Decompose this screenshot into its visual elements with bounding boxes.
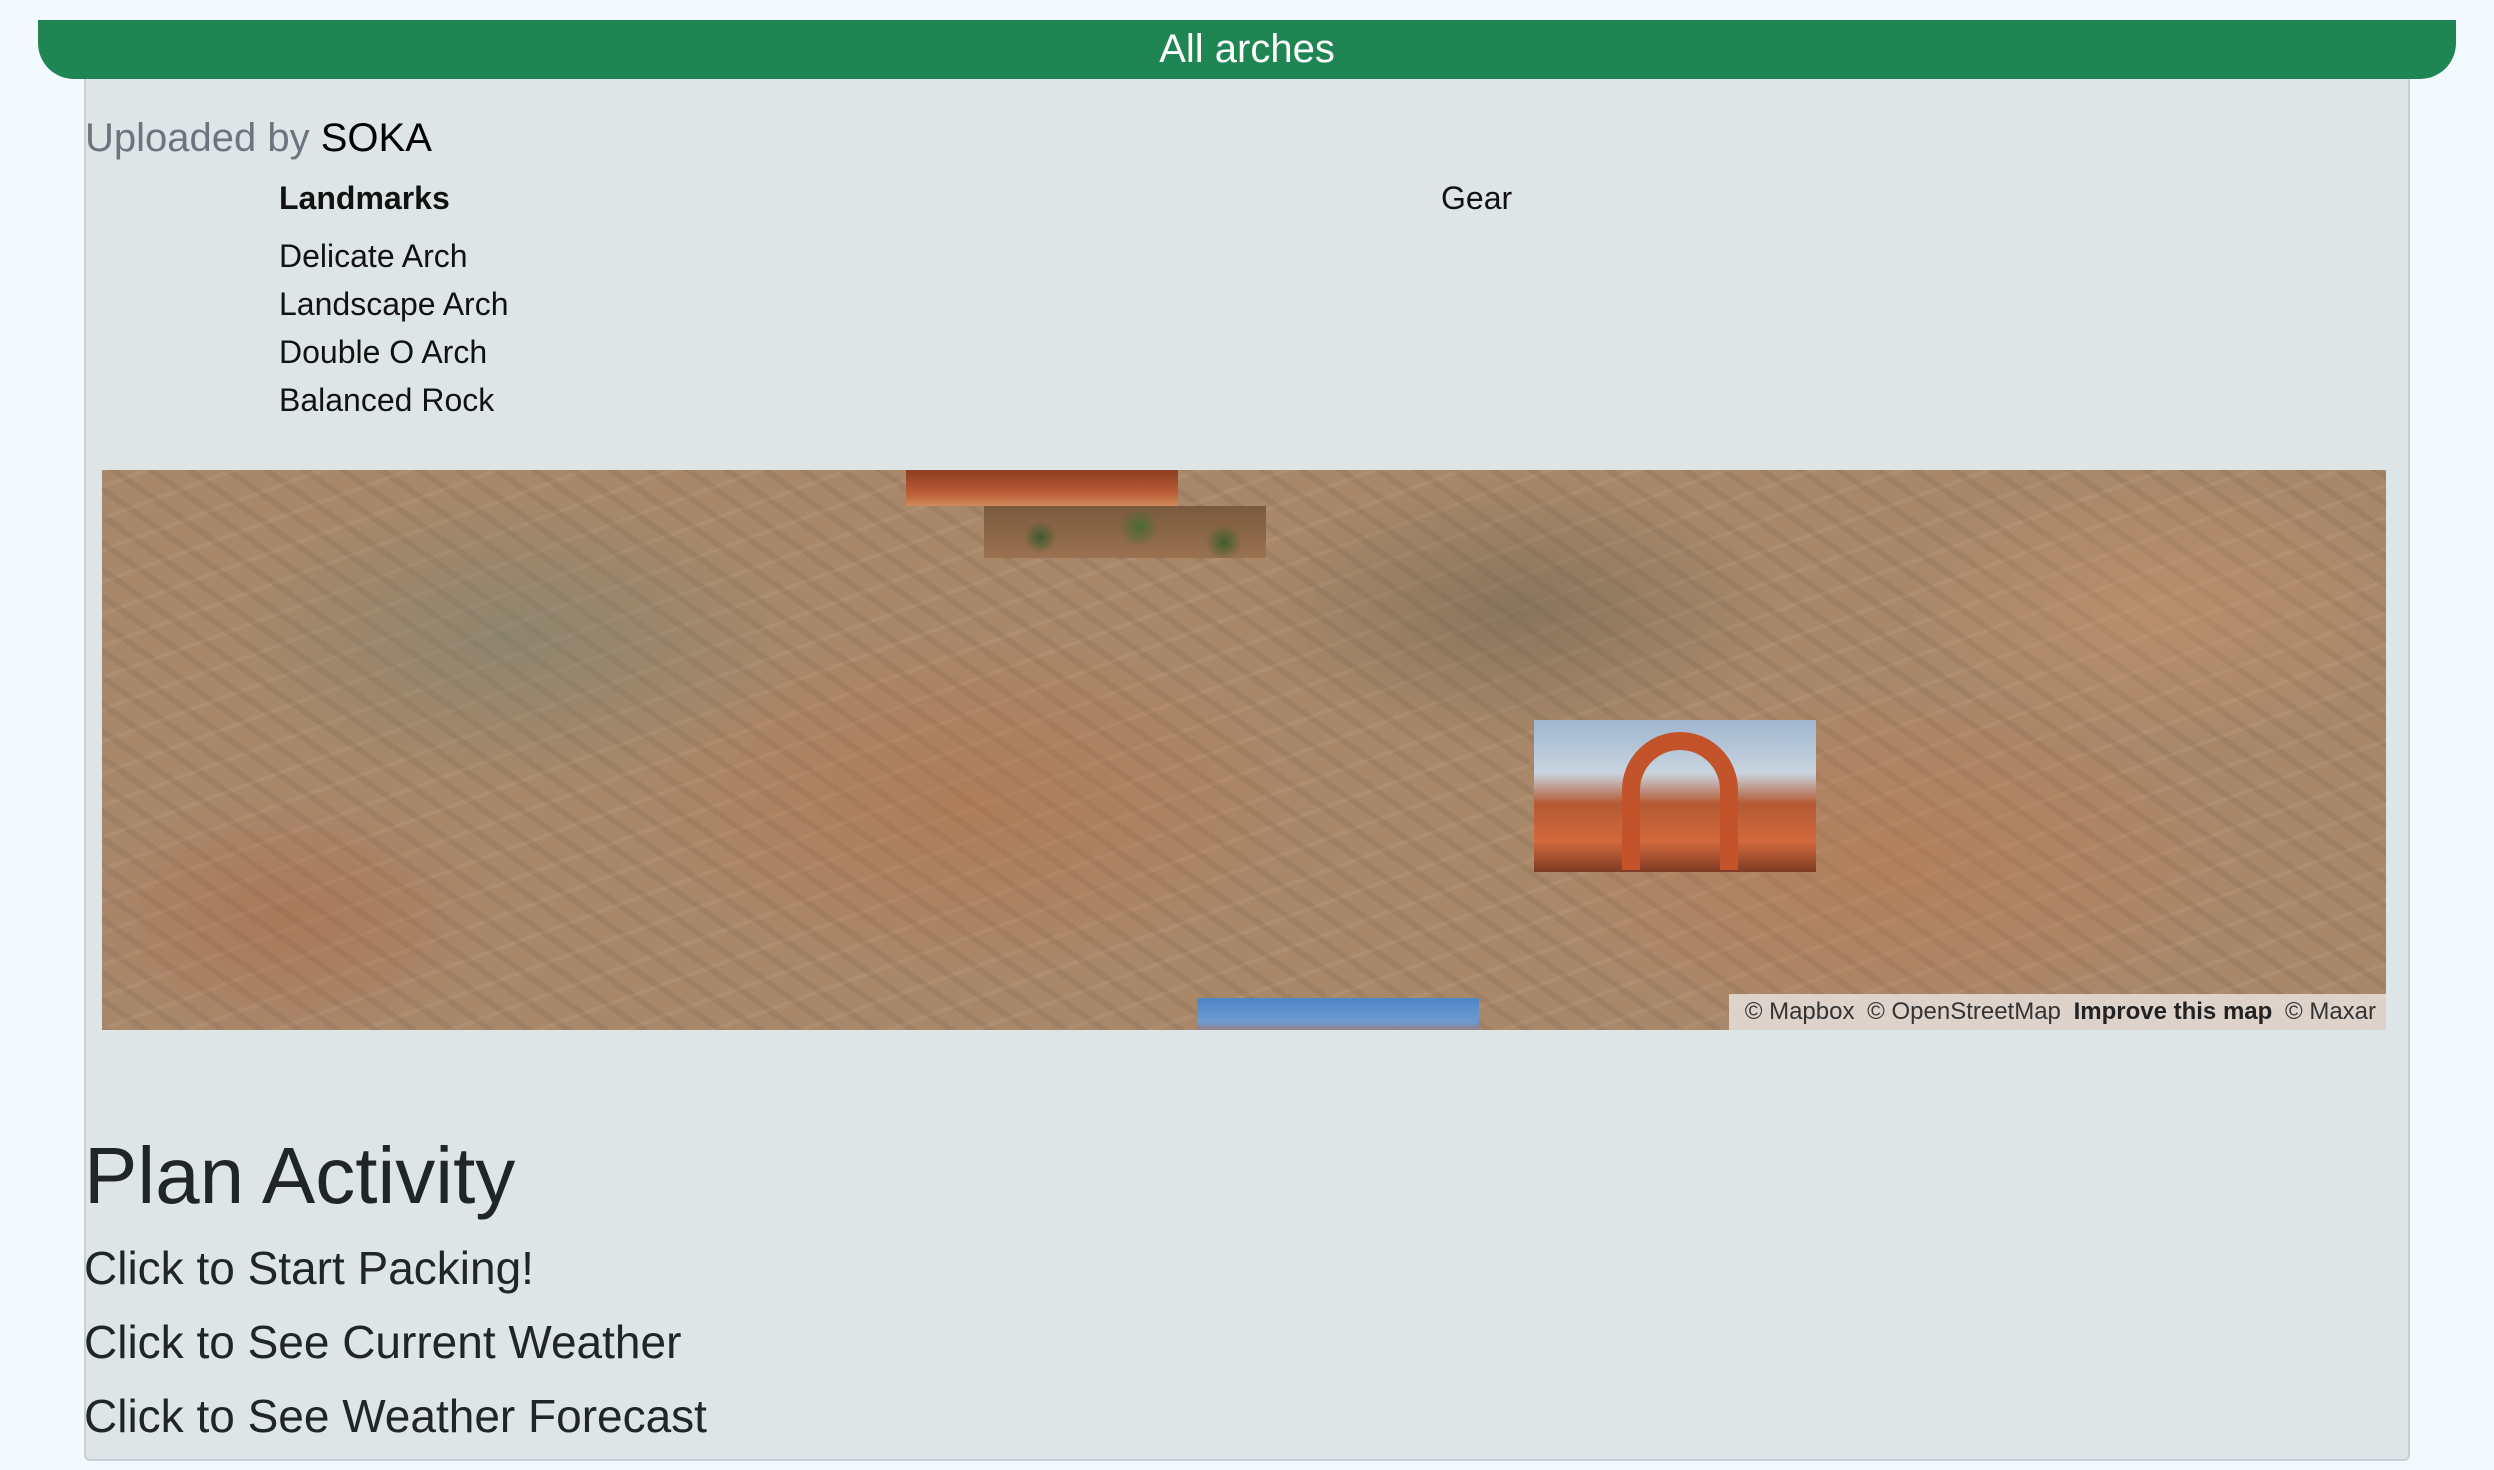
landmark-item[interactable]: Double O Arch [279, 328, 509, 376]
uploader-name[interactable]: SOKA [321, 116, 432, 160]
improve-map-link[interactable]: Improve this map [2074, 998, 2273, 1025]
landmark-item[interactable]: Landscape Arch [279, 280, 509, 328]
landmarks-heading: Landmarks [279, 180, 450, 216]
start-packing-link[interactable]: Click to Start Packing! [84, 1238, 534, 1298]
satellite-map[interactable]: © Mapbox © OpenStreetMap Improve this ma… [102, 470, 2386, 1030]
current-weather-link[interactable]: Click to See Current Weather [84, 1312, 681, 1372]
maxar-attribution-link[interactable]: © Maxar [2285, 998, 2376, 1025]
arch-shape [1622, 732, 1738, 870]
map-photo-marker[interactable] [906, 470, 1178, 506]
plan-activity-title: Plan Activity [84, 1131, 516, 1220]
header-banner[interactable]: All arches [38, 20, 2456, 79]
gear-heading: Gear [1441, 180, 1513, 216]
map-photo-marker-delicate-arch[interactable] [1534, 720, 1816, 872]
mapbox-attribution-link[interactable]: © Mapbox [1745, 998, 1855, 1025]
uploaded-by: Uploaded by SOKA [85, 113, 432, 163]
landmark-item[interactable]: Delicate Arch [279, 232, 509, 280]
osm-attribution-link[interactable]: © OpenStreetMap [1867, 998, 2061, 1025]
landmark-item[interactable]: Balanced Rock [279, 376, 509, 424]
uploaded-by-label: Uploaded by [85, 116, 310, 160]
map-photo-marker[interactable] [1197, 998, 1479, 1030]
map-attribution: © Mapbox © OpenStreetMap Improve this ma… [1728, 994, 2386, 1030]
map-photo-marker[interactable] [984, 506, 1266, 558]
landmarks-list: Delicate Arch Landscape Arch Double O Ar… [279, 232, 509, 424]
weather-forecast-link[interactable]: Click to See Weather Forecast [84, 1386, 707, 1446]
